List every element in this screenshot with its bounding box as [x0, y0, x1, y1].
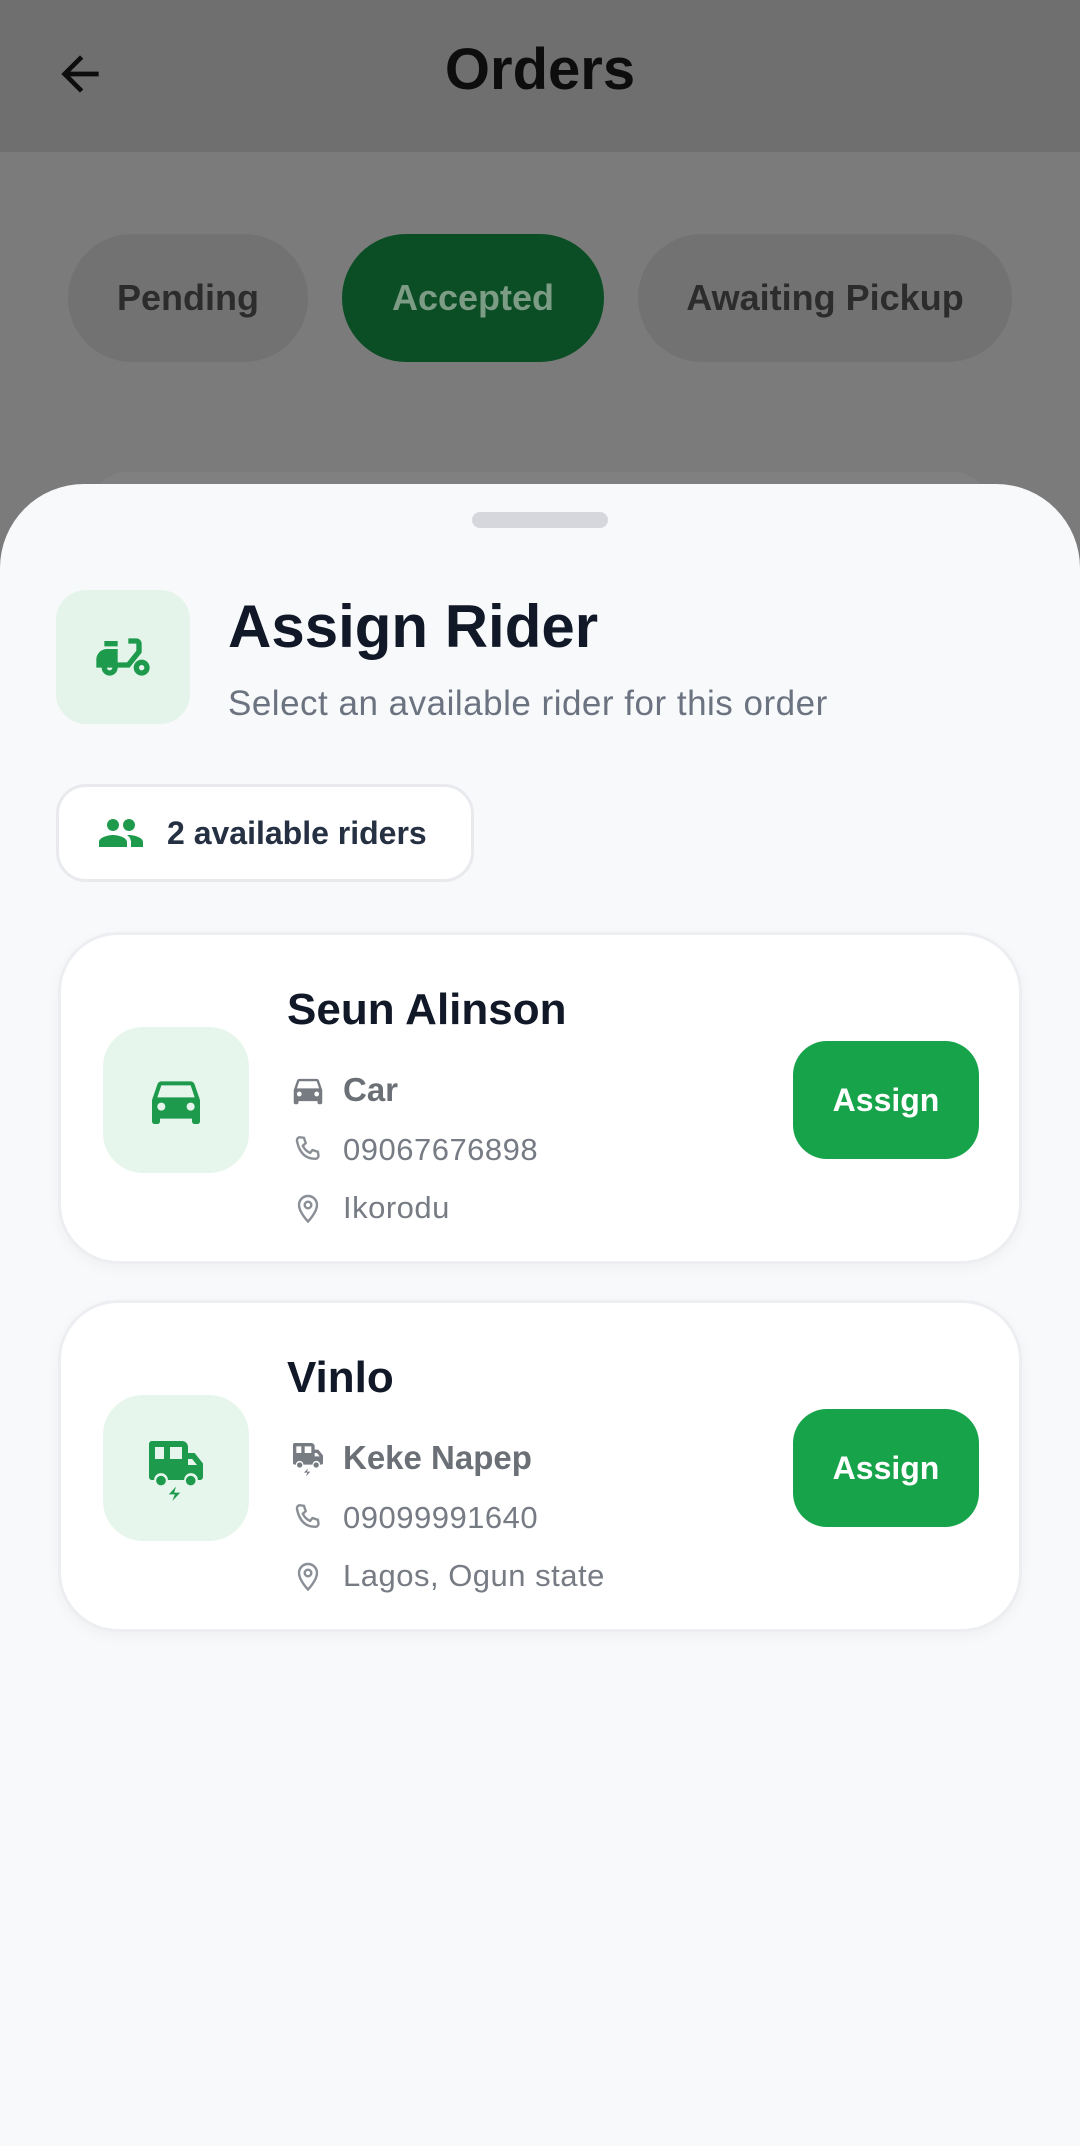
- available-riders-count: 2 available riders: [167, 814, 427, 851]
- rider-vehicle-type: Car: [343, 1071, 399, 1108]
- rider-vehicle-type: Keke Napep: [343, 1439, 532, 1476]
- rider-card: Vinlo Keke Napep 09099991640 Lagos, Ogun…: [58, 1300, 1022, 1632]
- phone-icon: [295, 1136, 320, 1161]
- location-pin-icon: [297, 1194, 319, 1224]
- rider-phone: 09099991640: [287, 1493, 538, 1543]
- rider-phone-number: 09099991640: [343, 1500, 539, 1535]
- electric-rickshaw-icon: [293, 1443, 323, 1477]
- rider-card: Seun Alinson Car 09067676898 Ikorodu Ass…: [58, 932, 1022, 1264]
- rider-name: Vinlo: [287, 1353, 394, 1402]
- car-icon: [152, 1081, 200, 1124]
- rider-location-text: Ikorodu: [343, 1190, 450, 1225]
- rider-location: Ikorodu: [287, 1183, 450, 1233]
- tab-label: Awaiting Pickup: [686, 277, 964, 318]
- rider-vehicle: Keke Napep: [287, 1433, 532, 1483]
- assign-button[interactable]: Assign: [793, 1409, 979, 1527]
- rider-location-text: Lagos, Ogun state: [343, 1558, 605, 1593]
- car-icon: [293, 1078, 323, 1105]
- rider-avatar: [103, 1027, 249, 1173]
- tab-pending[interactable]: Pending: [68, 234, 308, 362]
- tab-awaiting-pickup[interactable]: Awaiting Pickup: [638, 234, 1012, 362]
- rider-vehicle: Car: [287, 1065, 398, 1115]
- page-title: Orders: [444, 37, 636, 102]
- tab-label: Pending: [117, 277, 259, 318]
- sheet-subtitle: Select an available rider for this order: [228, 684, 828, 723]
- available-riders-badge: 2 available riders: [56, 784, 474, 882]
- rider-phone-number: 09067676898: [343, 1132, 539, 1167]
- scooter-icon: [96, 638, 150, 676]
- rider-location: Lagos, Ogun state: [287, 1551, 605, 1601]
- app-bar: Orders: [0, 0, 1080, 152]
- assign-rider-sheet: Assign Rider Select an available rider f…: [0, 484, 1080, 2146]
- sheet-title: Assign Rider: [228, 593, 599, 660]
- tab-accepted[interactable]: Accepted: [342, 234, 604, 362]
- electric-rickshaw-icon: [149, 1441, 203, 1501]
- sheet-icon-container: [56, 590, 190, 724]
- screen: Orders Pending Accepted Awaiting Pickup …: [0, 0, 1080, 2146]
- phone-icon: [295, 1504, 320, 1529]
- location-pin-icon: [297, 1562, 319, 1592]
- tab-label: Accepted: [391, 277, 555, 318]
- people-icon: [99, 819, 143, 847]
- drag-handle[interactable]: [472, 512, 608, 528]
- rider-phone: 09067676898: [287, 1125, 538, 1175]
- rider-name: Seun Alinson: [287, 985, 567, 1034]
- rider-avatar: [103, 1395, 249, 1541]
- assign-button[interactable]: Assign: [793, 1041, 979, 1159]
